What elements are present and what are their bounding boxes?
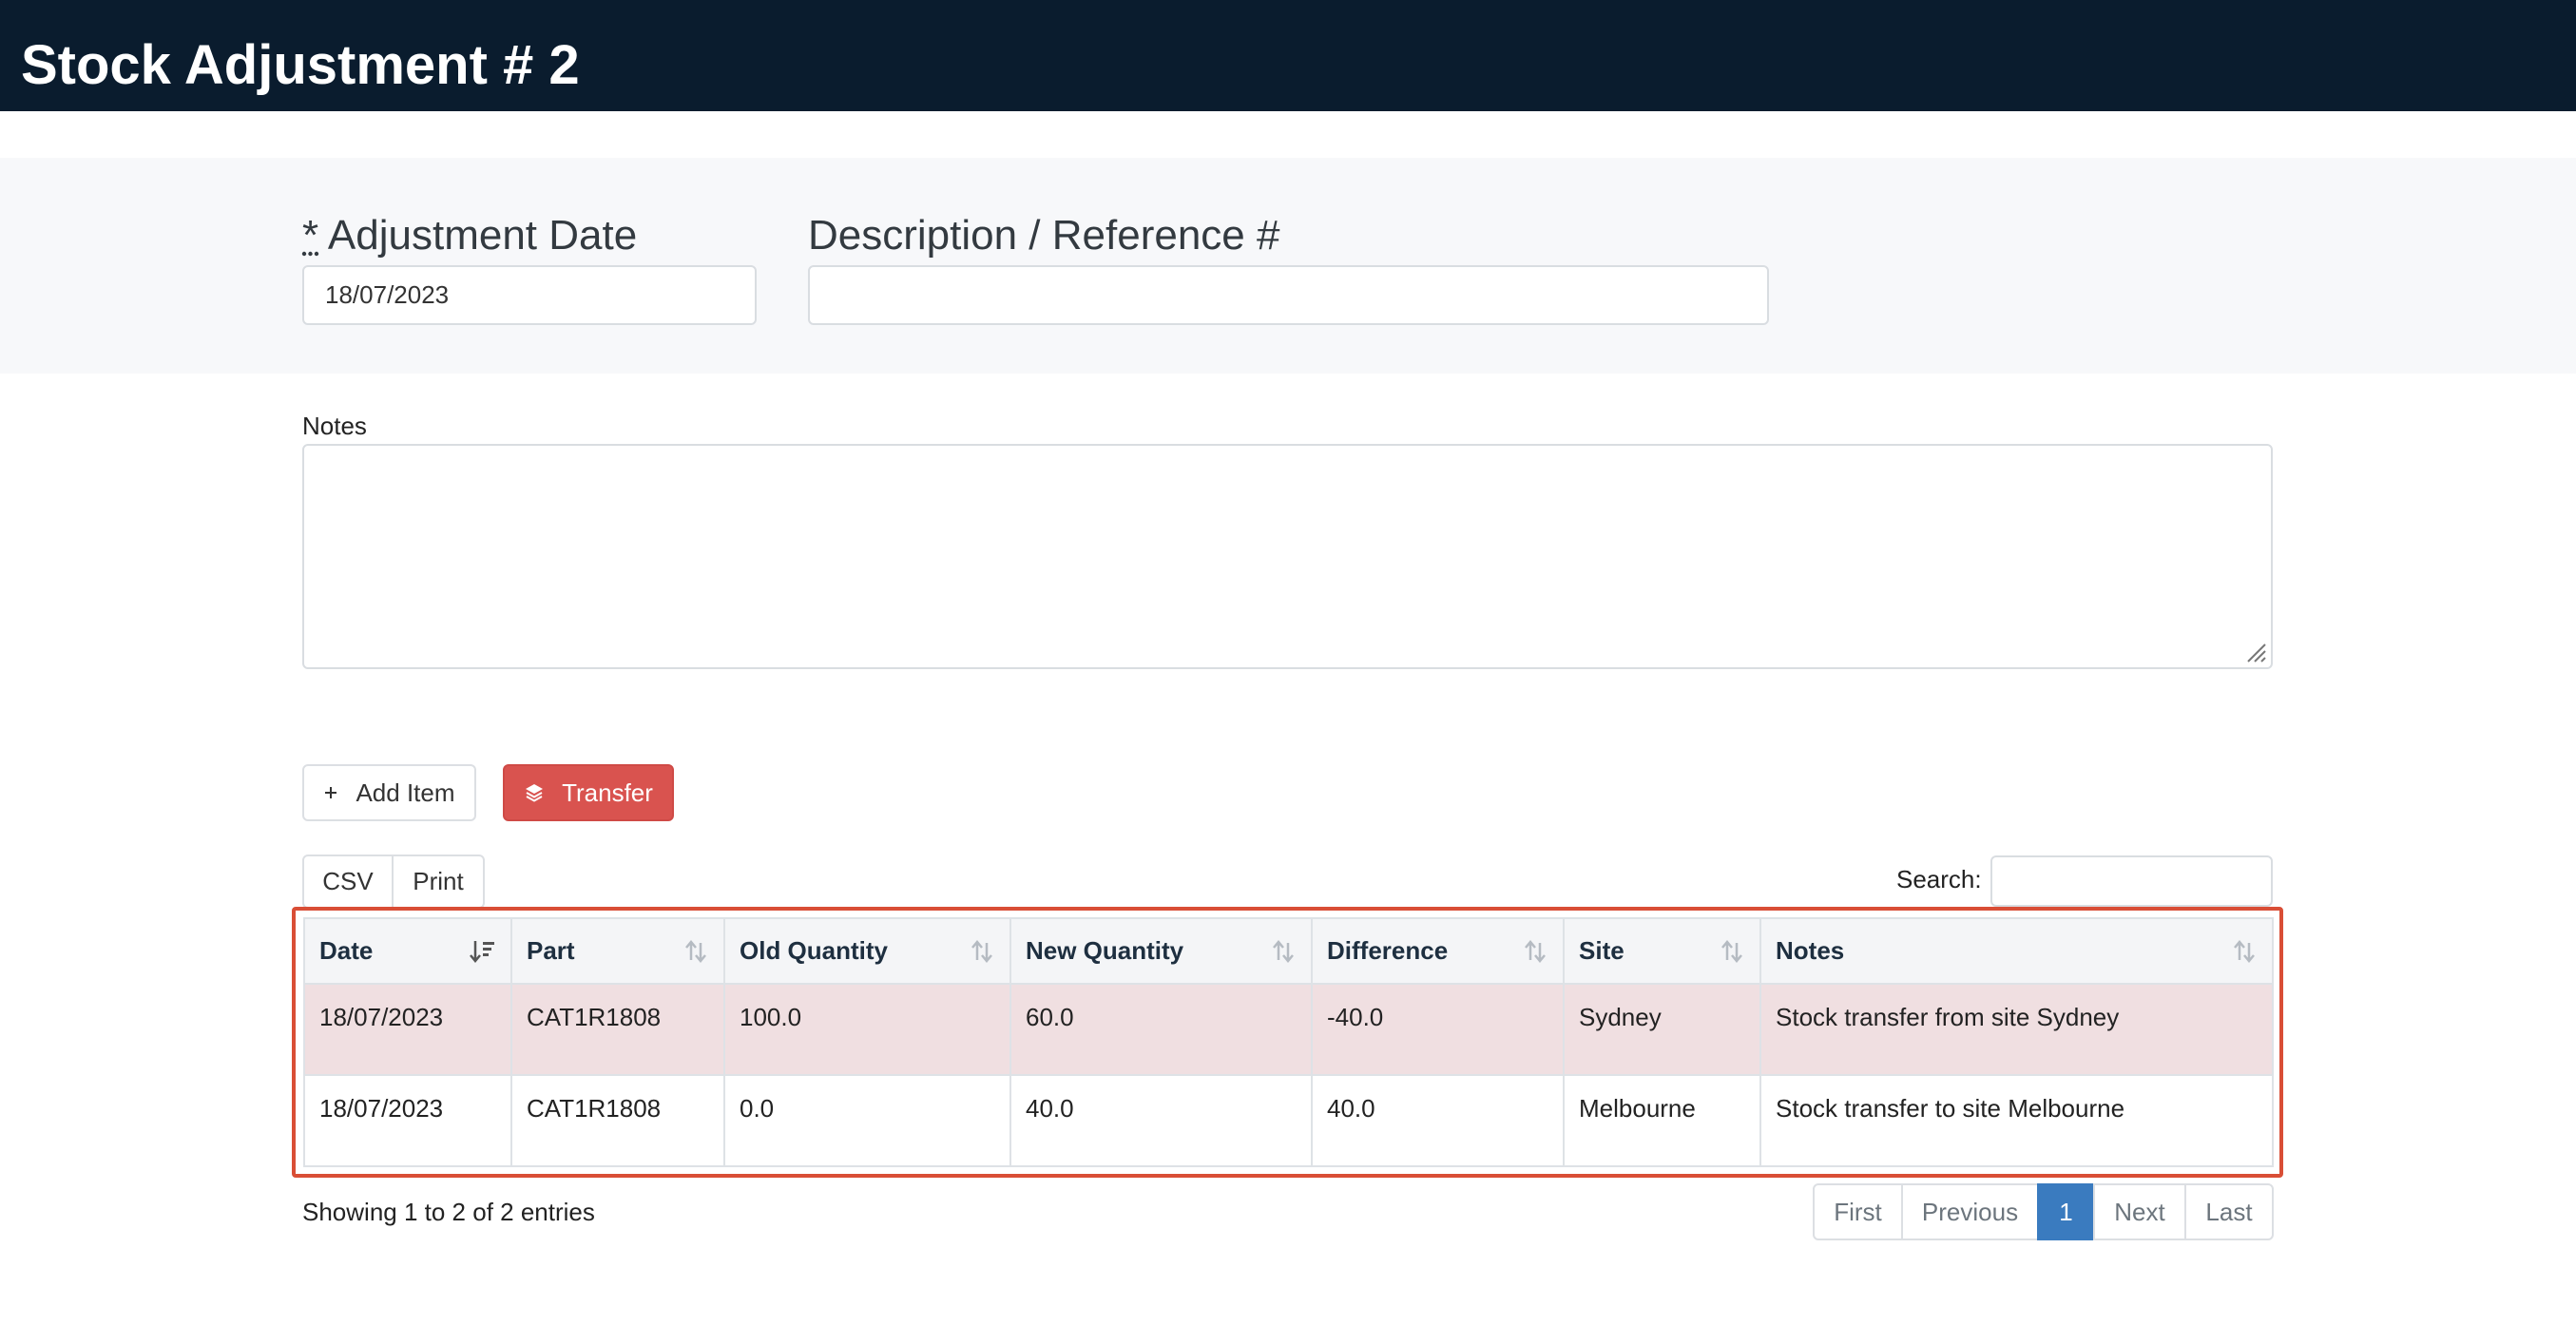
cell-part: CAT1R1808 — [510, 983, 725, 1076]
sort-icon — [1720, 939, 1744, 964]
sort-icon — [2232, 939, 2257, 964]
cell-difference: -40.0 — [1311, 983, 1565, 1076]
adjustment-date-label: * Adjustment Date — [302, 211, 637, 260]
description-label: Description / Reference # — [808, 212, 1280, 259]
description-input[interactable] — [808, 265, 1769, 325]
notes-textarea[interactable] — [302, 444, 2273, 669]
top-bar: Stock Adjustment # 2 — [0, 0, 2576, 111]
layers-icon — [524, 782, 545, 803]
cell-date: 18/07/2023 — [303, 1074, 512, 1167]
csv-button[interactable]: CSV — [302, 855, 394, 909]
cell-site: Melbourne — [1563, 1074, 1761, 1167]
cell-site: Sydney — [1563, 983, 1761, 1076]
export-button-group: CSV Print — [302, 855, 485, 909]
print-button[interactable]: Print — [394, 855, 485, 909]
cell-date: 18/07/2023 — [303, 983, 512, 1076]
entries-info: Showing 1 to 2 of 2 entries — [302, 1198, 595, 1226]
adjustment-date-input[interactable] — [302, 265, 757, 325]
column-header-difference[interactable]: Difference — [1311, 917, 1565, 985]
column-header-old-quantity[interactable]: Old Quantity — [723, 917, 1011, 985]
column-header-site[interactable]: Site — [1563, 917, 1761, 985]
cell-new-quantity: 60.0 — [1009, 983, 1313, 1076]
search-label: Search: — [1896, 865, 1982, 893]
search-input[interactable] — [1990, 855, 2273, 907]
cell-old-quantity: 0.0 — [723, 1074, 1011, 1167]
cell-difference: 40.0 — [1311, 1074, 1565, 1167]
column-header-notes[interactable]: Notes — [1759, 917, 2274, 985]
page-title: Stock Adjustment # 2 — [21, 34, 580, 96]
cell-notes: Stock transfer from site Sydney — [1759, 983, 2274, 1076]
pagination: First Previous 1 Next Last — [1813, 1183, 2274, 1240]
sort-desc-icon — [469, 939, 495, 964]
column-header-part[interactable]: Part — [510, 917, 725, 985]
table-row[interactable]: 18/07/2023 CAT1R1808 0.0 40.0 40.0 Melbo… — [303, 1074, 2274, 1167]
add-item-button[interactable]: Add Item — [302, 764, 476, 821]
column-header-new-quantity[interactable]: New Quantity — [1009, 917, 1313, 985]
pager-next-button[interactable]: Next — [2093, 1183, 2186, 1240]
pager-last-button[interactable]: Last — [2184, 1183, 2274, 1240]
pager-page-1-button[interactable]: 1 — [2037, 1183, 2095, 1240]
table-row[interactable]: 18/07/2023 CAT1R1808 100.0 60.0 -40.0 Sy… — [303, 983, 2274, 1076]
pager-previous-button[interactable]: Previous — [1901, 1183, 2039, 1240]
sort-icon — [1271, 939, 1296, 964]
plus-icon — [323, 785, 338, 800]
cell-notes: Stock transfer to site Melbourne — [1759, 1074, 2274, 1167]
notes-label: Notes — [302, 412, 367, 440]
transfer-label: Transfer — [562, 778, 653, 807]
cell-part: CAT1R1808 — [510, 1074, 725, 1167]
pager-first-button[interactable]: First — [1813, 1183, 1903, 1240]
required-mark: * — [302, 212, 319, 259]
resize-grip-icon[interactable] — [2244, 641, 2267, 663]
adjustment-date-label-text: Adjustment Date — [327, 212, 638, 259]
sort-icon — [683, 939, 708, 964]
column-header-date[interactable]: Date — [303, 917, 512, 985]
add-item-label: Add Item — [356, 778, 455, 807]
table-header-row: Date Part Old Quantity New Quantity Diff… — [303, 917, 2274, 985]
sort-icon — [970, 939, 994, 964]
cell-new-quantity: 40.0 — [1009, 1074, 1313, 1167]
sort-icon — [1523, 939, 1548, 964]
adjustment-items-table: Date Part Old Quantity New Quantity Diff… — [303, 917, 2274, 1167]
cell-old-quantity: 100.0 — [723, 983, 1011, 1076]
transfer-button[interactable]: Transfer — [503, 764, 674, 821]
